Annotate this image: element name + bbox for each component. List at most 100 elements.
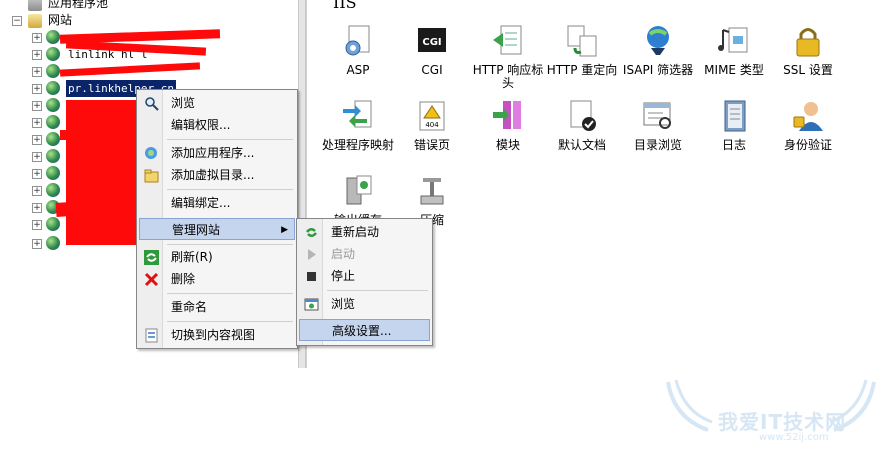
menu-item-label: 添加应用程序... xyxy=(171,146,255,160)
menu-separator xyxy=(167,139,293,140)
output-caching-icon xyxy=(341,174,375,208)
menu-item-rename[interactable]: 重命名 xyxy=(139,296,295,318)
cgi-icon: CGI xyxy=(415,24,449,58)
feature-label: HTTP 重定向 xyxy=(546,63,618,77)
submenu-item-start[interactable]: 启动 xyxy=(299,243,430,265)
menu-item-edit-permissions[interactable]: 编辑权限... xyxy=(139,114,295,136)
globe-icon xyxy=(46,47,60,61)
feature-handler-mappings[interactable]: 处理程序映射 xyxy=(319,99,397,152)
feature-ssl-settings[interactable]: SSL 设置 xyxy=(769,24,847,77)
feature-default-document[interactable]: 默认文档 xyxy=(543,99,621,152)
feature-label: 处理程序映射 xyxy=(321,138,394,152)
directory-browsing-icon xyxy=(641,99,675,133)
globe-icon xyxy=(46,98,60,112)
menu-separator xyxy=(327,290,428,291)
menu-item-add-application[interactable]: 添加应用程序... xyxy=(139,142,295,164)
menu-item-add-virtual-directory[interactable]: 添加虚拟目录... xyxy=(139,164,295,186)
expand-icon[interactable]: + xyxy=(32,239,42,249)
feature-label: 模块 xyxy=(495,138,520,152)
feature-modules[interactable]: 模块 xyxy=(469,99,547,152)
svg-text:CGI: CGI xyxy=(422,37,441,48)
delete-x-icon xyxy=(144,272,159,287)
submenu-item-browse[interactable]: 浏览 xyxy=(299,293,430,315)
feature-http-redirect[interactable]: HTTP 重定向 xyxy=(543,24,621,77)
modules-icon xyxy=(491,99,525,133)
menu-item-label: 编辑绑定... xyxy=(171,196,231,210)
asp-icon xyxy=(341,24,375,58)
feature-label: MIME 类型 xyxy=(704,63,764,77)
feature-label: 错误页 xyxy=(413,138,450,152)
menu-item-edit-bindings[interactable]: 编辑绑定... xyxy=(139,192,295,214)
expand-icon[interactable]: + xyxy=(32,203,42,213)
menu-item-switch-content-view[interactable]: 切换到内容视图 xyxy=(139,324,295,346)
http-redirect-icon xyxy=(565,24,599,58)
menu-separator xyxy=(167,321,293,322)
globe-icon xyxy=(46,236,60,250)
feature-directory-browsing[interactable]: 目录浏览 xyxy=(619,99,697,152)
expand-icon[interactable]: + xyxy=(32,186,42,196)
feature-error-pages[interactable]: 404 错误页 xyxy=(393,99,471,152)
expand-icon[interactable]: + xyxy=(32,50,42,60)
app-pools-label: 应用程序池 xyxy=(48,0,109,10)
menu-item-manage-site[interactable]: 管理网站 ▶ xyxy=(139,218,295,240)
menu-item-delete[interactable]: 删除 xyxy=(139,268,295,290)
menu-item-label: 添加虚拟目录... xyxy=(171,168,255,182)
expand-icon[interactable]: + xyxy=(32,84,42,94)
collapse-icon[interactable]: − xyxy=(12,16,22,26)
expand-icon[interactable]: + xyxy=(32,101,42,111)
manage-site-submenu: 重新启动 启动 停止 浏览 高级设置... xyxy=(296,218,433,346)
feature-label: ASP xyxy=(346,63,370,77)
expand-icon[interactable]: + xyxy=(32,118,42,128)
content-view-icon xyxy=(144,328,159,343)
feature-cgi[interactable]: CGI CGI xyxy=(393,24,471,77)
feature-label: 默认文档 xyxy=(557,138,606,152)
submenu-item-stop[interactable]: 停止 xyxy=(299,265,430,287)
menu-item-label: 刷新(R) xyxy=(171,250,213,264)
restart-icon xyxy=(304,225,319,240)
menu-item-label: 管理网站 xyxy=(172,223,221,237)
menu-separator xyxy=(167,189,293,190)
feature-label: SSL 设置 xyxy=(783,63,833,77)
globe-icon xyxy=(46,166,60,180)
menu-item-label: 重新启动 xyxy=(331,225,380,239)
menu-separator xyxy=(167,293,293,294)
feature-authentication[interactable]: 身份验证 xyxy=(769,99,847,152)
globe-icon xyxy=(46,30,60,44)
expand-icon[interactable]: + xyxy=(32,67,42,77)
submenu-item-restart[interactable]: 重新启动 xyxy=(299,221,430,243)
refresh-icon xyxy=(144,250,159,265)
stop-icon xyxy=(304,269,319,284)
globe-icon xyxy=(46,132,60,146)
feature-label: HTTP 响应标头 xyxy=(472,63,544,90)
menu-item-browse[interactable]: 浏览 xyxy=(139,92,295,114)
globe-icon xyxy=(46,64,60,78)
expand-icon[interactable]: + xyxy=(32,152,42,162)
expand-icon[interactable]: + xyxy=(32,169,42,179)
menu-item-label: 高级设置... xyxy=(332,324,392,338)
authentication-icon xyxy=(791,99,825,133)
menu-item-label: 浏览 xyxy=(171,96,196,110)
submenu-item-advanced-settings[interactable]: 高级设置... xyxy=(299,319,430,341)
feature-label: 身份验证 xyxy=(783,138,832,152)
feature-mime-types[interactable]: MIME 类型 xyxy=(695,24,773,77)
feature-isapi-filters[interactable]: ISAPI 筛选器 xyxy=(619,24,697,77)
feature-http-response-headers[interactable]: HTTP 响应标头 xyxy=(469,24,547,90)
expand-icon[interactable]: + xyxy=(32,33,42,43)
feature-asp[interactable]: ASP xyxy=(319,24,397,77)
globe-icon xyxy=(46,217,60,231)
expand-icon[interactable]: + xyxy=(32,220,42,230)
feature-logging[interactable]: 日志 xyxy=(695,99,773,152)
default-document-icon xyxy=(565,99,599,133)
app-pools-icon xyxy=(28,0,42,11)
menu-item-label: 切换到内容视图 xyxy=(171,328,256,342)
feature-label: CGI xyxy=(421,63,443,77)
expand-icon[interactable]: + xyxy=(32,135,42,145)
feature-label: 日志 xyxy=(721,138,746,152)
feature-label: ISAPI 筛选器 xyxy=(622,63,694,77)
menu-item-label: 删除 xyxy=(171,272,196,286)
sites-folder-icon xyxy=(28,14,42,28)
pane-title: IIS xyxy=(333,0,357,12)
menu-item-refresh[interactable]: 刷新(R) xyxy=(139,246,295,268)
browse-magnifier-icon xyxy=(144,96,159,111)
submenu-arrow-icon: ▶ xyxy=(281,225,288,235)
